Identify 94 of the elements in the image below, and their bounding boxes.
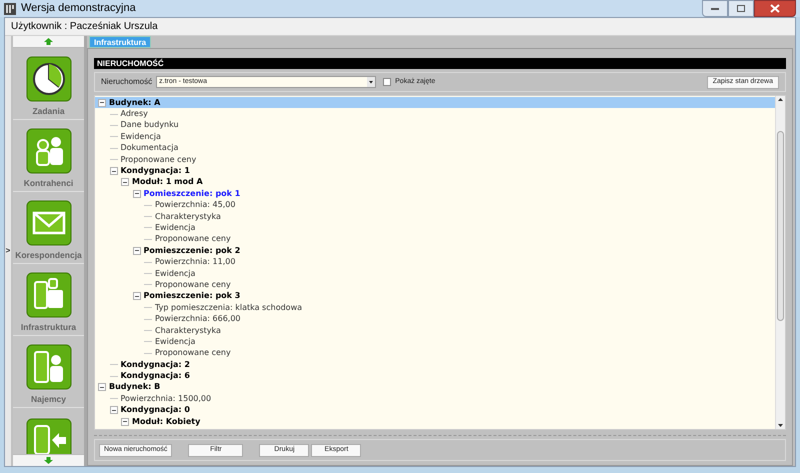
tree-row[interactable]: Powierzchnia: 666,00: [95, 313, 775, 325]
collapse-handle[interactable]: >: [6, 245, 10, 257]
tree-row[interactable]: Ewidencja: [95, 336, 775, 348]
collapse-icon[interactable]: [132, 292, 140, 300]
tree-row[interactable]: Adresy: [95, 108, 775, 120]
tree-row[interactable]: Dane budynku: [95, 120, 775, 132]
tree-leaf[interactable]: Powierzchnia: 1500,00: [120, 394, 212, 403]
tree-leaf[interactable]: Proponowane ceny: [120, 156, 196, 164]
collapse-icon[interactable]: [98, 383, 106, 392]
tree-leaf[interactable]: Ewidencja: [155, 270, 196, 278]
tree-node[interactable]: Kondygnacja: 1: [120, 167, 190, 176]
tree-row[interactable]: Ewidencja: [95, 131, 775, 143]
tree-row[interactable]: Pomieszczenie: pok 3: [95, 290, 775, 302]
tree-row[interactable]: Moduł: 1 mod A: [95, 176, 775, 188]
tree-row[interactable]: Kondygnacja: 1: [95, 165, 775, 177]
maximize-button[interactable]: [728, 0, 754, 17]
tree-row[interactable]: Ewidencja: [95, 222, 775, 234]
tree-row[interactable]: Charakterystyka: [95, 210, 775, 222]
panel-header: NIERUCHOMOŚĆ: [94, 58, 786, 69]
arrow-down-icon: [44, 457, 53, 464]
tree-leaf[interactable]: Powierzchnia: 666,00: [155, 315, 241, 324]
close-button[interactable]: [754, 0, 796, 17]
tree-node[interactable]: Kondygnacja: 6: [120, 372, 190, 380]
tree-leaf[interactable]: Typ pomieszczenia: klatka schodowa: [155, 304, 302, 312]
tree-row[interactable]: Kondygnacja: 6: [95, 370, 775, 382]
dropdown-icon: [367, 77, 376, 87]
window-title: Wersja demonstracyjna: [21, 1, 136, 16]
collapse-icon[interactable]: [121, 418, 129, 426]
tree-row[interactable]: Kondygnacja: 2: [95, 358, 775, 370]
scroll-up-button[interactable]: [13, 36, 84, 48]
tree-leaf[interactable]: Ewidencja: [155, 224, 196, 232]
tree-row[interactable]: Powierzchnia: 11,00: [95, 256, 775, 268]
scrollbar[interactable]: [775, 96, 785, 429]
tree-row[interactable]: Pomieszczenie: pok 1: [95, 188, 775, 200]
sidebar-item[interactable]: [13, 408, 84, 454]
arrow-up-icon: [44, 38, 53, 45]
tree-row[interactable]: Budynek: B: [95, 382, 775, 394]
close-icon: [770, 4, 780, 13]
tree-leaf[interactable]: Proponowane ceny: [155, 349, 231, 358]
tree-row[interactable]: Charakterystyka: [95, 324, 775, 336]
tree-row[interactable]: Proponowane ceny: [95, 154, 775, 166]
tree-row[interactable]: Proponowane ceny: [95, 279, 775, 291]
scroll-thumb[interactable]: [777, 131, 784, 321]
field-label: Nieruchomość: [101, 76, 152, 88]
tree-node[interactable]: Kondygnacja: 2: [120, 360, 190, 369]
collapse-icon[interactable]: [110, 167, 118, 176]
tree-node[interactable]: Kondygnacja: 0: [120, 406, 190, 414]
tree-node[interactable]: Moduł: 1 mod A: [132, 178, 203, 186]
tree-leaf[interactable]: Proponowane ceny: [155, 235, 231, 244]
tree-row[interactable]: Powierzchnia: 45,00: [95, 200, 775, 211]
user-label: Użytkownik : Pacześniak Urszula: [11, 20, 158, 34]
tree-row[interactable]: Pomieszczenie: pok 2: [95, 245, 775, 256]
tree-row[interactable]: Proponowane ceny: [95, 234, 775, 246]
buildings-icon: [26, 272, 72, 318]
tree-leaf[interactable]: Charakterystyka: [155, 326, 221, 334]
tree-node[interactable]: Budynek: A: [109, 98, 160, 107]
tree-row[interactable]: Dokumentacja: [95, 142, 775, 154]
tree-leaf[interactable]: Ewidencja: [155, 338, 196, 346]
tree-leaf[interactable]: Dokumentacja: [120, 144, 178, 152]
tree-leaf[interactable]: Adresy: [120, 110, 148, 118]
arrow-down-icon: [778, 424, 783, 427]
door-person-icon: [26, 344, 72, 390]
tree-node[interactable]: Pomieszczenie: pok 2: [144, 246, 240, 255]
tree-row[interactable]: Typ pomieszczenia: klatka schodowa: [95, 302, 775, 314]
tree-leaf[interactable]: Ewidencja: [120, 132, 161, 141]
tree-leaf[interactable]: Powierzchnia: 45,00: [155, 201, 236, 210]
tree-node[interactable]: Pomieszczenie: pok 3: [144, 292, 240, 300]
arrow-up-icon: [778, 98, 783, 101]
tree-leaf[interactable]: Proponowane ceny: [155, 280, 231, 289]
app-icon: [4, 2, 16, 14]
collapse-icon[interactable]: [98, 98, 106, 107]
checkbox[interactable]: [383, 78, 392, 86]
tree-row[interactable]: Budynek: A: [95, 97, 775, 108]
scroll-down-button[interactable]: [13, 454, 84, 466]
people-icon: [26, 128, 72, 174]
tree-node[interactable]: Moduł: Kobiety: [132, 418, 200, 426]
phone-arrow-icon: [26, 418, 72, 454]
tree-node[interactable]: Budynek: B: [109, 383, 160, 392]
tree-row[interactable]: Powierzchnia: 1500,00: [95, 393, 775, 405]
tree-row[interactable]: Proponowane ceny: [95, 348, 775, 359]
minimize-button[interactable]: [702, 0, 728, 17]
tree-leaf[interactable]: Powierzchnia: 11,00: [155, 258, 236, 266]
collapse-icon[interactable]: [110, 406, 118, 414]
tree-node[interactable]: Pomieszczenie: pok 1: [144, 190, 240, 198]
tree-leaf[interactable]: Dane budynku: [120, 121, 179, 130]
collapse-icon[interactable]: [132, 246, 140, 255]
envelope-icon: [26, 200, 72, 246]
tree-row[interactable]: Kondygnacja: 0: [95, 404, 775, 416]
tree-row[interactable]: Ewidencja: [95, 268, 775, 280]
clock-icon: [26, 56, 72, 102]
collapse-icon[interactable]: [121, 178, 129, 186]
tree-leaf[interactable]: Charakterystyka: [155, 212, 221, 221]
tree-row[interactable]: Moduł: Kobiety: [95, 416, 775, 428]
collapse-icon[interactable]: [132, 190, 140, 198]
